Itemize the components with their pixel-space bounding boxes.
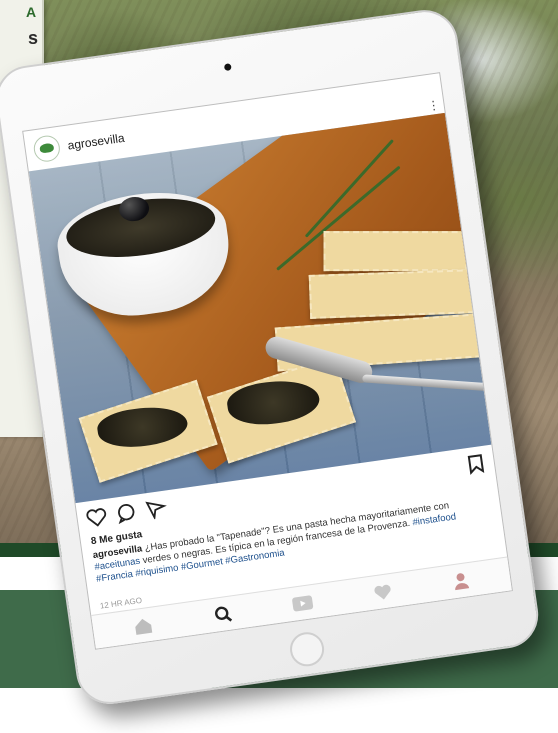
- photo-cracker: [308, 269, 475, 319]
- heart-icon[interactable]: [84, 506, 109, 529]
- share-icon[interactable]: [144, 497, 169, 521]
- comment-icon[interactable]: [114, 502, 139, 525]
- post-username[interactable]: agrosevilla: [67, 131, 126, 153]
- activity-heart-icon[interactable]: [372, 582, 394, 603]
- photo-cracker: [323, 231, 468, 272]
- profile-icon[interactable]: [451, 571, 471, 591]
- camera-dot: [223, 63, 232, 72]
- home-button[interactable]: [287, 630, 327, 669]
- tablet-mockup: agrosevilla ⋮ 8 Me gusta agrosevilla ¿Ha…: [0, 0, 558, 733]
- tablet-device: agrosevilla ⋮ 8 Me gusta agrosevilla ¿Ha…: [0, 5, 543, 709]
- video-icon[interactable]: [290, 593, 314, 614]
- post-photo-tapenade[interactable]: [28, 112, 492, 504]
- search-icon[interactable]: [213, 604, 233, 624]
- instagram-post-screen: agrosevilla ⋮ 8 Me gusta agrosevilla ¿Ha…: [22, 72, 513, 650]
- bookmark-icon[interactable]: [467, 453, 486, 475]
- more-options-icon[interactable]: ⋮: [427, 98, 441, 114]
- avatar[interactable]: [32, 133, 62, 164]
- home-icon[interactable]: [132, 616, 154, 637]
